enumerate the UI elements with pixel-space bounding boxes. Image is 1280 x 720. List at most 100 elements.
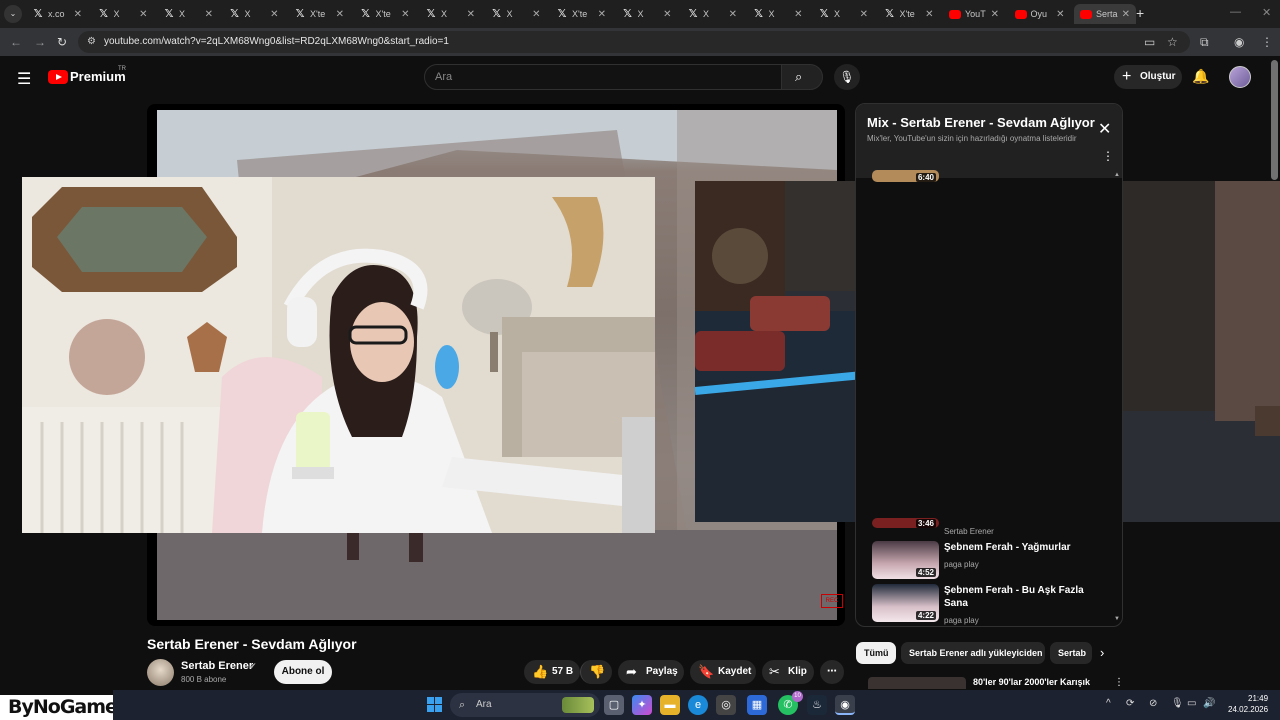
- taskbar-search-input[interactable]: ⌕ Ara: [450, 693, 600, 717]
- channel-name[interactable]: Sertab Erener: [181, 660, 253, 672]
- clock-time[interactable]: 21:49: [1248, 694, 1268, 703]
- account-avatar[interactable]: [1229, 66, 1251, 88]
- close-window-icon[interactable]: ✕: [1262, 6, 1271, 19]
- browser-tab[interactable]: 𝕏 X ✕: [223, 4, 285, 24]
- clip-button[interactable]: ✂ Klip: [762, 660, 814, 684]
- tab-close-icon[interactable]: ✕: [598, 9, 606, 20]
- youtube-logo-icon[interactable]: [48, 70, 68, 84]
- browser-tab[interactable]: 𝕏 X ✕: [812, 4, 874, 24]
- tab-close-icon[interactable]: ✕: [532, 9, 540, 20]
- tab-close-icon[interactable]: ✕: [74, 9, 82, 20]
- search-input[interactable]: Ara: [424, 64, 782, 90]
- new-tab-button[interactable]: +: [1136, 5, 1144, 21]
- tab-close-icon[interactable]: ✕: [401, 9, 409, 20]
- scroll-down-icon[interactable]: ▼: [1114, 616, 1120, 622]
- mix-title[interactable]: Mix - Sertab Erener - Sevdam Ağlıyor: [867, 115, 1095, 130]
- browser-tab[interactable]: 𝕏 X ✕: [616, 4, 678, 24]
- tab-close-icon[interactable]: ✕: [139, 9, 147, 20]
- channel-avatar[interactable]: [147, 659, 174, 686]
- tab-close-icon[interactable]: ✕: [1122, 9, 1130, 20]
- hamburger-menu-icon[interactable]: ☰: [17, 69, 31, 89]
- browser-tab[interactable]: 𝕏 X ✕: [747, 4, 809, 24]
- microphone-icon[interactable]: 🎙: [1171, 698, 1184, 709]
- profile-icon[interactable]: ◉: [1234, 35, 1244, 49]
- tray-overflow-icon[interactable]: ^: [1106, 698, 1111, 709]
- chevron-right-icon[interactable]: ›: [1100, 645, 1104, 660]
- tab-close-icon[interactable]: ✕: [1056, 9, 1064, 20]
- tab-close-icon[interactable]: ✕: [794, 9, 802, 20]
- tab-close-icon[interactable]: ✕: [336, 9, 344, 20]
- scroll-up-icon[interactable]: ▲: [1114, 172, 1120, 178]
- browser-tab[interactable]: 𝕏 X ✕: [485, 4, 547, 24]
- share-button[interactable]: ➦ Paylaş: [618, 660, 684, 684]
- edge-icon[interactable]: e: [688, 695, 708, 715]
- whatsapp-icon[interactable]: ✆ 10: [778, 691, 803, 715]
- bookmark-star-icon[interactable]: ☆: [1167, 35, 1178, 49]
- tab-close-icon[interactable]: ✕: [729, 9, 737, 20]
- volume-icon[interactable]: 🔊: [1203, 698, 1215, 709]
- minimize-icon[interactable]: —: [1230, 6, 1241, 18]
- tab-close-icon[interactable]: ✕: [860, 9, 868, 20]
- browser-tab[interactable]: 𝕏 X ✕: [92, 4, 154, 24]
- back-icon[interactable]: ←: [10, 35, 22, 49]
- create-button[interactable]: + Oluştur: [1114, 65, 1182, 89]
- tab-search-button[interactable]: ⌄: [4, 5, 22, 23]
- browser-tab[interactable]: 𝕏 X'te ✕: [354, 4, 416, 24]
- copilot-icon[interactable]: ✦: [632, 695, 652, 715]
- windows-start-icon[interactable]: [427, 697, 442, 712]
- address-bar[interactable]: ⚙ youtube.com/watch?v=2qLXM68Wng0&list=R…: [78, 31, 1190, 53]
- cast-icon[interactable]: ▭: [1144, 35, 1155, 49]
- browser-tab[interactable]: Oyu ✕: [1009, 4, 1071, 24]
- tray-app-icon[interactable]: ⟳: [1126, 698, 1134, 709]
- reload-icon[interactable]: ↻: [57, 35, 67, 49]
- subscribe-button[interactable]: Abone ol: [274, 660, 332, 684]
- task-view-icon[interactable]: ▢: [604, 695, 624, 715]
- tab-close-icon[interactable]: ✕: [991, 9, 999, 20]
- app-icon[interactable]: ◎: [716, 695, 736, 715]
- network-icon[interactable]: ▭: [1187, 698, 1196, 709]
- tab-close-icon[interactable]: ✕: [663, 9, 671, 20]
- extensions-icon[interactable]: ⧉: [1200, 35, 1209, 50]
- site-info-icon[interactable]: ⚙: [87, 36, 96, 47]
- clock-date[interactable]: 24.02.2026: [1228, 705, 1268, 714]
- more-actions-button[interactable]: ⋯: [820, 660, 844, 684]
- browser-tab[interactable]: 𝕏 X'te ✕: [288, 4, 350, 24]
- dislike-button[interactable]: 👎: [580, 660, 612, 684]
- page-scrollbar[interactable]: [1271, 60, 1278, 180]
- chip-all[interactable]: Tümü: [856, 642, 896, 664]
- tab-close-icon[interactable]: ✕: [270, 9, 278, 20]
- file-explorer-icon[interactable]: ▬: [660, 695, 680, 715]
- browser-tab[interactable]: 𝕏 X ✕: [419, 4, 481, 24]
- tray-app-icon[interactable]: ⊘: [1149, 698, 1157, 709]
- browser-tab[interactable]: Serta ✕: [1074, 4, 1136, 24]
- browser-tab[interactable]: 𝕏x.co ✕: [26, 4, 88, 24]
- tab-close-icon[interactable]: ✕: [205, 9, 213, 20]
- notifications-bell-icon[interactable]: 🔔: [1192, 68, 1209, 85]
- recommendation-title[interactable]: 80'ler 90'lar 2000'ler Karışık: [973, 677, 1090, 687]
- forward-icon[interactable]: →: [34, 35, 46, 49]
- playlist-item[interactable]: 6:40: [872, 170, 1112, 210]
- browser-tab[interactable]: 𝕏 X'te ✕: [550, 4, 612, 24]
- recommendation-thumbnail[interactable]: [868, 677, 966, 689]
- browser-tab[interactable]: 𝕏 X ✕: [157, 4, 219, 24]
- tab-close-icon[interactable]: ✕: [467, 9, 475, 20]
- url-text[interactable]: youtube.com/watch?v=2qLXM68Wng0&list=RD2…: [104, 36, 449, 47]
- chip-from-uploader[interactable]: Sertab Erener adlı yükleyiciden: [901, 642, 1045, 664]
- playlist-item[interactable]: 4:22 Şebnem Ferah - Bu Aşk Fazla Sana pa…: [872, 584, 1112, 625]
- close-icon[interactable]: ✕: [1098, 119, 1111, 139]
- voice-search-icon[interactable]: 🎙: [834, 64, 860, 90]
- tab-close-icon[interactable]: ✕: [925, 9, 933, 20]
- chrome-menu-icon[interactable]: ⋮: [1261, 35, 1273, 49]
- more-vert-icon[interactable]: ⋮: [1102, 149, 1114, 163]
- chip-sertab[interactable]: Sertab: [1050, 642, 1092, 664]
- browser-tab[interactable]: 𝕏 X ✕: [681, 4, 743, 24]
- search-button[interactable]: ⌕: [781, 64, 823, 90]
- like-button[interactable]: 👍 57 B: [524, 660, 580, 684]
- browser-tab[interactable]: YouT ✕: [943, 4, 1005, 24]
- microsoft-store-icon[interactable]: ▦: [747, 695, 767, 715]
- chrome-icon[interactable]: ◉: [835, 695, 855, 715]
- browser-tab[interactable]: 𝕏 X'te ✕: [878, 4, 940, 24]
- playlist-item[interactable]: 4:52 Şebnem Ferah - Yağmurlar paga play: [872, 541, 1112, 581]
- steam-icon[interactable]: ♨: [807, 695, 827, 715]
- save-button[interactable]: 🔖 Kaydet: [690, 660, 756, 684]
